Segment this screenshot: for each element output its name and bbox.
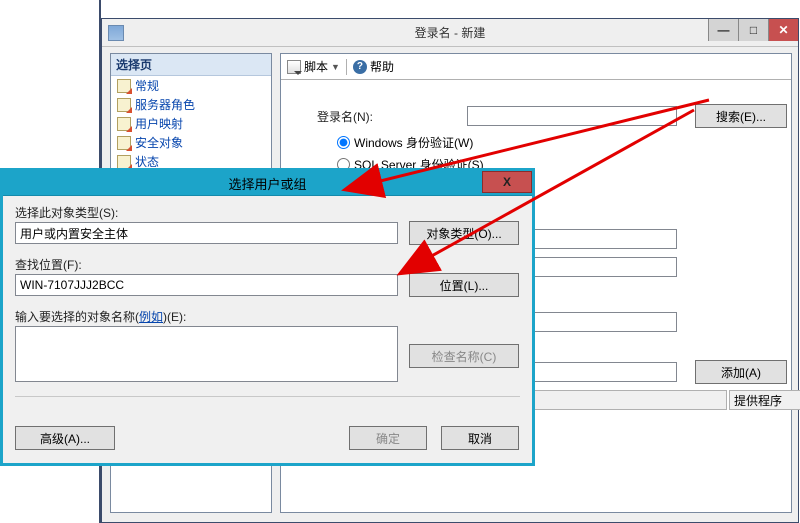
sidebar-header: 选择页 [111, 54, 271, 76]
login-name-label: 登录名(N): [317, 108, 467, 125]
add-button[interactable]: 添加(A) [695, 360, 787, 384]
page-icon [117, 136, 131, 150]
check-names-button[interactable]: 检查名称(C) [409, 344, 519, 368]
sidebar-item-label: 用户映射 [135, 115, 183, 132]
page-icon [117, 155, 131, 169]
dropdown-icon: ▼ [331, 62, 340, 72]
location-field [15, 274, 398, 296]
window-title: 登录名 - 新建 [415, 24, 486, 41]
maximize-button[interactable]: □ [738, 19, 768, 41]
object-names-input[interactable] [15, 326, 398, 382]
search-button[interactable]: 搜索(E)... [695, 104, 787, 128]
script-label: 脚本 [304, 58, 328, 75]
window-controls: — □ ✕ [708, 19, 798, 41]
object-type-label: 选择此对象类型(S): [15, 204, 118, 221]
example-link[interactable]: 例如 [139, 310, 163, 324]
sidebar-item-label: 安全对象 [135, 134, 183, 151]
sidebar-item-label: 服务器角色 [135, 96, 195, 113]
sidebar-item-general[interactable]: 常规 [111, 76, 271, 95]
dialog-body: 选择此对象类型(S): 对象类型(O)... 查找位置(F): 位置(L)...… [3, 196, 532, 463]
login-name-input[interactable] [467, 106, 677, 126]
login-name-row: 登录名(N): [317, 106, 677, 126]
object-type-field [15, 222, 398, 244]
windows-auth-radio-row: Windows 身份验证(W) [317, 134, 473, 151]
sidebar-item-user-mapping[interactable]: 用户映射 [111, 114, 271, 133]
dialog-titlebar: 选择用户或组 X [3, 171, 532, 196]
provider-column-header: 提供程序 [729, 390, 800, 410]
windows-auth-label: Windows 身份验证(W) [354, 134, 473, 151]
sidebar-item-server-roles[interactable]: 服务器角色 [111, 95, 271, 114]
close-button[interactable]: ✕ [768, 19, 798, 41]
dialog-separator [15, 396, 520, 397]
app-icon [108, 25, 124, 41]
help-label: 帮助 [370, 58, 394, 75]
select-user-or-group-dialog: 选择用户或组 X 选择此对象类型(S): 对象类型(O)... 查找位置(F):… [0, 168, 535, 466]
help-icon: ? [353, 60, 367, 74]
cancel-button[interactable]: 取消 [441, 426, 519, 450]
minimize-button[interactable]: — [708, 19, 738, 41]
sidebar-item-label: 常规 [135, 77, 159, 94]
locations-button[interactable]: 位置(L)... [409, 273, 519, 297]
page-icon [117, 117, 131, 131]
advanced-button[interactable]: 高级(A)... [15, 426, 115, 450]
object-types-button[interactable]: 对象类型(O)... [409, 221, 519, 245]
ok-button[interactable]: 确定 [349, 426, 427, 450]
object-names-label: 输入要选择的对象名称(例如)(E): [15, 308, 186, 325]
help-button[interactable]: ? 帮助 [353, 58, 394, 75]
sidebar-item-securables[interactable]: 安全对象 [111, 133, 271, 152]
content-toolbar: 脚本 ▼ ? 帮助 [281, 54, 791, 80]
page-icon [117, 79, 131, 93]
dialog-title: 选择用户或组 [228, 174, 306, 193]
dialog-close-button[interactable]: X [482, 171, 532, 193]
script-button[interactable]: 脚本 ▼ [287, 58, 340, 75]
page-icon [117, 98, 131, 112]
toolbar-separator [346, 59, 347, 75]
script-icon [287, 60, 301, 74]
main-titlebar: 登录名 - 新建 — □ ✕ [102, 19, 798, 47]
windows-auth-radio[interactable] [337, 136, 350, 149]
location-label: 查找位置(F): [15, 256, 82, 273]
